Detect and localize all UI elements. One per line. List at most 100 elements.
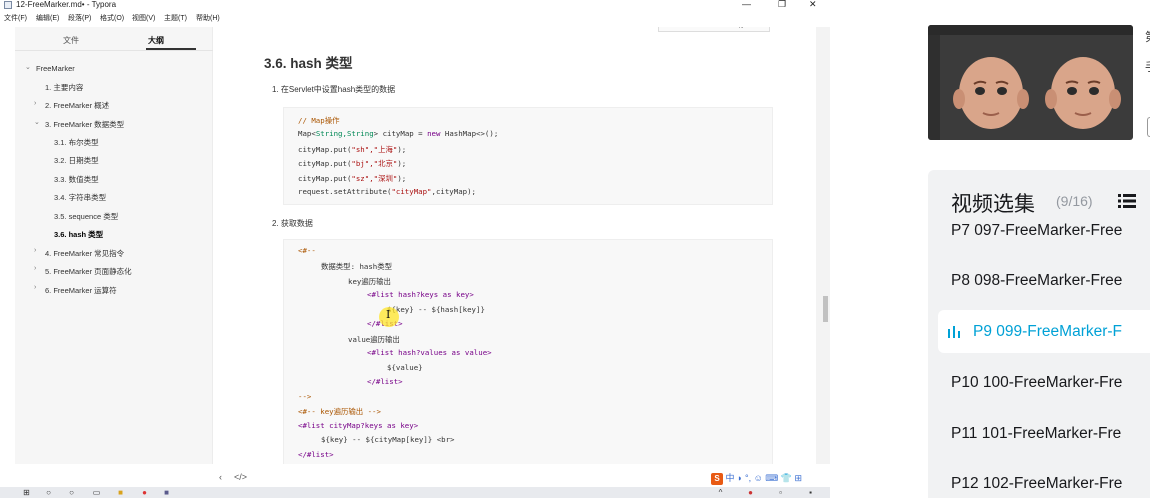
character-heads-image xyxy=(953,57,1121,129)
menu-paragraph[interactable]: 段落(P) xyxy=(68,13,91,23)
ime-tool-icons[interactable]: ◗ °, ☺ ⌨ 👕 ⊞ xyxy=(737,473,802,483)
episode-count: (9/16) xyxy=(1056,193,1093,209)
video-title-fragment: 手 xyxy=(1145,58,1150,75)
outline-item-number[interactable]: 3.3. 数值类型 xyxy=(54,174,99,185)
caret-right-icon[interactable]: › xyxy=(34,265,36,272)
code-line: key遍历输出 xyxy=(348,277,391,286)
menu-theme[interactable]: 主题(T) xyxy=(164,13,187,23)
episode-list-title: 视频选集 xyxy=(951,193,1035,216)
code-line: <#list hash?keys as key> xyxy=(367,290,474,299)
code-line: </#list> xyxy=(298,450,334,459)
menu-file[interactable]: 文件(F) xyxy=(4,13,27,23)
typora-app-icon xyxy=(4,1,12,9)
taskbar: ⊞ ○ ○ ▭ ■ ● ■ ^ ● ▫ ▪ xyxy=(0,487,830,498)
code-line: 数据类型: hash类型 xyxy=(321,262,393,271)
maximize-button[interactable]: ❐ xyxy=(778,0,786,10)
tray-app-icon[interactable]: ● xyxy=(746,488,755,497)
episode-item[interactable]: P7 097-FreeMarker-Free xyxy=(951,222,1122,240)
video-thumbnail[interactable] xyxy=(928,25,1133,140)
code-line: --> xyxy=(298,392,312,401)
step-1-text: 1. 在Servlet中设置hash类型的数据 xyxy=(272,85,396,94)
outline-item-date[interactable]: 3.2. 日期类型 xyxy=(54,155,99,166)
outline-item-static[interactable]: 5. FreeMarker 页面静态化 xyxy=(45,266,132,277)
outline-item-boolean[interactable]: 3.1. 布尔类型 xyxy=(54,137,99,148)
code-line: cityMap.put("sz","深圳"); xyxy=(298,174,407,183)
text-cursor-icon: I xyxy=(386,308,391,321)
code-line: ${key} -- ${cityMap[key]} <br> xyxy=(321,435,455,444)
code-line: <#-- xyxy=(298,246,316,255)
code-line: cityMap.put("bj","北京"); xyxy=(298,159,407,168)
code-line: cityMap.put("sh","上海"); xyxy=(298,145,407,154)
document-editor[interactable]: 存 3.6. hash 类型 1. 在Servlet中设置hash类型的数据 /… xyxy=(214,27,816,464)
outline-item-string[interactable]: 3.4. 字符串类型 xyxy=(54,192,106,203)
screen: 12-FreeMarker.md• - Typora — ❐ ✕ 文件(F) 编… xyxy=(0,0,1150,498)
caret-down-icon[interactable]: ⌄ xyxy=(34,118,40,126)
episode-item[interactable]: P12 102-FreeMarker-Fre xyxy=(951,475,1122,493)
sogou-logo-icon: S xyxy=(711,472,723,485)
browser-icon[interactable]: ● xyxy=(140,488,149,497)
menu-bar: 文件(F) 编辑(E) 段落(P) 格式(O) 视图(V) 主题(T) 帮助(H… xyxy=(0,11,830,24)
caret-right-icon[interactable]: › xyxy=(34,284,36,291)
minimize-button[interactable]: — xyxy=(742,0,751,9)
outline-item-main-content[interactable]: 1. 主要内容 xyxy=(45,82,83,93)
ftl-code-block[interactable]: <#-- 数据类型: hash类型 key遍历输出 <#list hash?ke… xyxy=(283,239,773,464)
code-line: Map<String,String> cityMap = new HashMap… xyxy=(298,129,499,138)
outline-item-hash[interactable]: 3.6. hash 类型 xyxy=(54,229,103,240)
code-line: value遍历输出 xyxy=(348,335,400,344)
caret-down-icon[interactable]: ⌄ xyxy=(25,63,31,71)
outline-item-directives[interactable]: 4. FreeMarker 常见指令 xyxy=(45,248,124,259)
code-comment: // Map操作 xyxy=(298,116,340,125)
list-view-icon[interactable] xyxy=(1118,194,1136,208)
toggle-sidebar-icon[interactable]: ‹ xyxy=(219,472,222,482)
menu-view[interactable]: 视图(V) xyxy=(132,13,155,23)
outline-item-sequence[interactable]: 3.5. sequence 类型 xyxy=(54,211,118,222)
code-line: request.setAttribute("cityMap",cityMap); xyxy=(298,187,476,196)
window-title: 12-FreeMarker.md• - Typora xyxy=(16,0,117,9)
menu-help[interactable]: 帮助(H) xyxy=(196,13,220,23)
menu-edit[interactable]: 编辑(E) xyxy=(36,13,59,23)
episode-item[interactable]: P11 101-FreeMarker-Fre xyxy=(951,425,1121,443)
file-explorer-icon[interactable]: ■ xyxy=(116,488,125,497)
windows-start-icon[interactable]: ⊞ xyxy=(22,488,31,497)
app-icon[interactable]: ■ xyxy=(162,488,171,497)
step-2-text: 2. 获取数据 xyxy=(272,219,313,228)
ime-toolbar[interactable]: S 中 ◗ °, ☺ ⌨ 👕 ⊞ xyxy=(711,471,802,485)
video-title-fragment: 第 xyxy=(1145,28,1150,45)
code-line: <#list hash?values as value> xyxy=(367,348,492,357)
outline-item-data-types[interactable]: 3. FreeMarker 数据类型 xyxy=(45,119,124,130)
episode-item[interactable]: P10 100-FreeMarker-Fre xyxy=(951,374,1122,392)
menu-format[interactable]: 格式(O) xyxy=(100,13,124,23)
outline-item-overview[interactable]: 2. FreeMarker 概述 xyxy=(45,100,109,111)
title-bar: 12-FreeMarker.md• - Typora — ❐ ✕ xyxy=(0,0,830,11)
source-mode-icon[interactable]: </> xyxy=(234,472,247,482)
episode-item[interactable]: P8 098-FreeMarker-Free xyxy=(951,272,1122,290)
outline-item-operators[interactable]: 6. FreeMarker 运算符 xyxy=(45,285,117,296)
task-view-icon[interactable]: ▭ xyxy=(92,488,101,497)
episode-item-current[interactable]: P9 099-FreeMarker-F xyxy=(973,323,1122,341)
cortana-icon[interactable]: ○ xyxy=(67,488,76,497)
close-button[interactable]: ✕ xyxy=(809,0,817,10)
caret-right-icon[interactable]: › xyxy=(34,100,36,107)
java-code-block[interactable]: // Map操作 Map<String,String> cityMap = ne… xyxy=(283,107,773,205)
video-page-panel: 第 手 视频选集 (9/16) P7 097-FreeMarker-Free P… xyxy=(830,0,1150,498)
now-playing-icon xyxy=(948,326,960,338)
section-heading: 3.6. hash 类型 xyxy=(264,56,353,71)
tab-divider xyxy=(15,50,213,51)
outline-sidebar: 文件 大纲 ⌄ FreeMarker 1. 主要内容 › 2. FreeMark… xyxy=(15,27,213,464)
code-block-tail: 存 xyxy=(658,27,770,32)
code-line: <#-- key遍历输出 --> xyxy=(298,407,381,416)
tray-network-icon[interactable]: ▫ xyxy=(776,488,785,497)
tab-files[interactable]: 文件 xyxy=(63,35,79,46)
code-line: <#list cityMap?keys as key> xyxy=(298,421,419,430)
tab-outline[interactable]: 大纲 xyxy=(148,35,164,46)
code-line: ${key} -- ${hash[key]} xyxy=(387,305,485,314)
outline-item-freemarker[interactable]: FreeMarker xyxy=(36,64,75,73)
tray-up-icon[interactable]: ^ xyxy=(716,488,725,497)
vertical-scrollbar[interactable] xyxy=(816,27,830,464)
ime-language[interactable]: 中 xyxy=(726,473,735,483)
caret-right-icon[interactable]: › xyxy=(34,247,36,254)
search-icon[interactable]: ○ xyxy=(44,488,53,497)
scrollbar-thumb[interactable] xyxy=(823,296,828,322)
tray-volume-icon[interactable]: ▪ xyxy=(806,488,815,497)
code-line: </#list> xyxy=(367,377,403,386)
